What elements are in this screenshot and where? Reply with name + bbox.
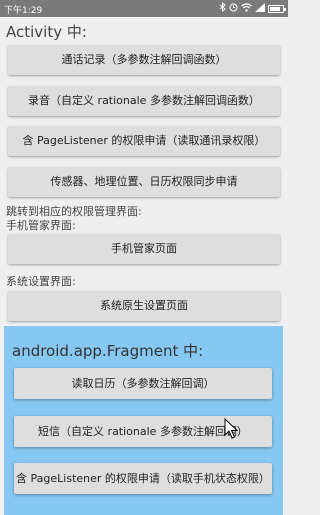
contacts-permission-button[interactable]: 含 PageListener 的权限申请（读取通讯录权限） bbox=[8, 126, 280, 156]
call-log-button[interactable]: 通话记录（多参数注解回调函数） bbox=[8, 45, 280, 75]
system-settings-label: 系统设置界面: bbox=[6, 275, 76, 288]
sensor-location-calendar-button[interactable]: 传感器、地理位置、日历权限同步申请 bbox=[8, 167, 280, 197]
mouse-cursor-icon bbox=[224, 418, 238, 439]
read-calendar-button[interactable]: 读取日历（多参数注解回调） bbox=[14, 368, 272, 399]
wifi-icon bbox=[241, 2, 252, 16]
status-icons bbox=[219, 1, 286, 16]
alarm-icon bbox=[229, 2, 238, 16]
phone-state-permission-button[interactable]: 含 PageListener 的权限申请（读取手机状态权限） bbox=[14, 463, 272, 494]
battery-icon bbox=[268, 5, 286, 13]
phone-manager-button[interactable]: 手机管家页面 bbox=[8, 234, 280, 264]
status-time: 下午1:29 bbox=[4, 6, 43, 16]
system-settings-button[interactable]: 系统原生设置页面 bbox=[8, 291, 280, 321]
record-audio-button[interactable]: 录音（自定义 rationale 多参数注解回调函数） bbox=[8, 86, 280, 116]
signal-icon bbox=[255, 2, 265, 16]
fragment-title: android.app.Fragment 中: bbox=[12, 342, 204, 360]
status-bar: 下午1:29 bbox=[0, 0, 288, 17]
bluetooth-icon bbox=[219, 1, 226, 16]
phone-manager-label: 手机管家界面: bbox=[6, 219, 76, 232]
activity-title: Activity 中: bbox=[6, 23, 87, 41]
